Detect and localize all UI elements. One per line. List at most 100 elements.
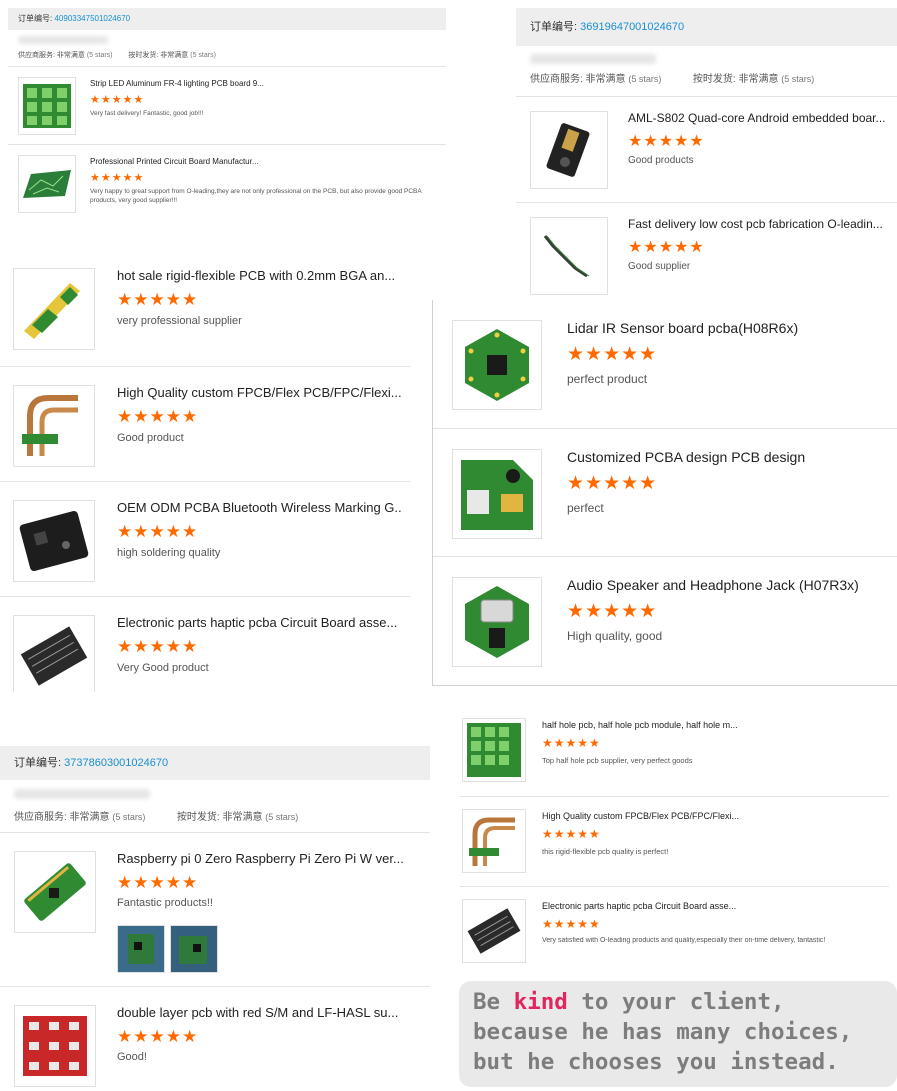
rating-stars: ★★★★★ — [117, 290, 199, 309]
review-panel-c: hot sale rigid-flexible PCB with 0.2mm B… — [0, 250, 410, 692]
rating-stars: ★★★★★ — [542, 736, 601, 750]
order-number-link[interactable]: 40903347501024670 — [54, 14, 130, 23]
rating-stars: ★★★★★ — [117, 637, 199, 656]
list-item: Professional Printed Circuit Board Manuf… — [8, 144, 446, 222]
half-hole-pcb-image — [467, 723, 521, 777]
product-title[interactable]: half hole pcb, half hole pcb module, hal… — [542, 720, 872, 730]
bluetooth-pcba-image — [19, 510, 89, 572]
list-item: Audio Speaker and Headphone Jack (H07R3x… — [433, 556, 897, 685]
list-item: AML-S802 Quad-core Android embedded boar… — [516, 96, 897, 203]
product-title[interactable]: High Quality custom FPCB/Flex PCB/FPC/Fl… — [117, 385, 402, 400]
product-thumbnail[interactable] — [18, 155, 76, 213]
haptic-pcba-image — [467, 908, 521, 954]
review-comment: this rigid-flexible pcb quality is perfe… — [542, 847, 669, 856]
product-thumbnail[interactable] — [462, 809, 526, 873]
red-pcb-image — [23, 1016, 87, 1076]
review-panel-a: 订单编号: 40903347501024670 供应商服务: 非常满意 (5 s… — [8, 8, 446, 222]
list-item: OEM ODM PCBA Bluetooth Wireless Marking … — [0, 481, 410, 597]
blurred-buyer-name — [14, 789, 150, 799]
product-title[interactable]: Audio Speaker and Headphone Jack (H07R3x… — [567, 577, 892, 593]
list-item: Fast delivery low cost pcb fabrication O… — [516, 202, 897, 308]
product-thumbnail[interactable] — [530, 217, 608, 295]
order-header: 订单编号: 40903347501024670 — [8, 8, 446, 30]
review-panel-d: Lidar IR Sensor board pcba(H08R6x) ★★★★★… — [432, 300, 897, 686]
product-title[interactable]: Strip LED Aluminum FR-4 lighting PCB boa… — [90, 79, 430, 88]
product-title[interactable]: OEM ODM PCBA Bluetooth Wireless Marking … — [117, 500, 402, 515]
rating-stars: ★★★★★ — [542, 917, 601, 931]
rating-stars: ★★★★★ — [117, 522, 199, 541]
product-title[interactable]: double layer pcb with red S/M and LF-HAS… — [117, 1005, 417, 1020]
rating-stars: ★★★★★ — [542, 827, 601, 841]
quote-line-3: but he chooses you instead. — [473, 1049, 839, 1075]
product-thumbnail[interactable] — [13, 615, 95, 692]
product-title[interactable]: Electronic parts haptic pcba Circuit Boa… — [542, 901, 872, 911]
list-item: Electronic parts haptic pcba Circuit Boa… — [0, 596, 410, 692]
product-title[interactable]: Fast delivery low cost pcb fabrication O… — [628, 217, 893, 231]
product-title[interactable]: hot sale rigid-flexible PCB with 0.2mm B… — [117, 268, 402, 283]
order-label: 订单编号: — [18, 14, 53, 23]
rating-stars: ★★★★★ — [117, 1027, 199, 1046]
product-title[interactable]: Professional Printed Circuit Board Manuf… — [90, 157, 430, 166]
order-header: 订单编号: 36919647001024670 — [516, 8, 897, 46]
rating-stars: ★★★★★ — [117, 407, 199, 426]
product-thumbnail[interactable] — [452, 449, 542, 539]
product-title[interactable]: Raspberry pi 0 Zero Raspberry Pi Zero Pi… — [117, 851, 417, 866]
blurred-buyer-name — [18, 36, 108, 44]
pcb-board-image — [23, 170, 71, 198]
order-label: 订单编号: — [530, 21, 578, 33]
review-comment: High quality, good — [567, 629, 663, 643]
quote-line-1: Be kind to your client, — [473, 989, 785, 1015]
product-thumbnail[interactable] — [14, 1005, 96, 1087]
review-comment: Good supplier — [628, 261, 691, 272]
rating-stars: ★★★★★ — [628, 239, 705, 256]
review-photo[interactable] — [170, 925, 218, 973]
review-comment: perfect product — [567, 372, 648, 386]
review-comment: Fantastic products!! — [117, 897, 213, 909]
review-comment: Very Good product — [117, 662, 209, 674]
product-thumbnail[interactable] — [462, 899, 526, 963]
rating-stars: ★★★★★ — [117, 873, 199, 892]
product-thumbnail[interactable] — [14, 851, 96, 933]
service-ratings: 供应商服务: 非常满意 (5 stars) 按时发货: 非常满意 (5 star… — [14, 812, 299, 823]
product-title[interactable]: Electronic parts haptic pcba Circuit Boa… — [117, 615, 402, 630]
android-board-image — [546, 123, 590, 177]
flex-pcb-image — [22, 395, 78, 456]
product-thumbnail[interactable] — [13, 385, 95, 467]
product-title[interactable]: High Quality custom FPCB/Flex PCB/FPC/Fl… — [542, 811, 872, 821]
blurred-buyer-name — [530, 54, 656, 64]
haptic-pcba-image — [20, 626, 88, 686]
product-thumbnail[interactable] — [452, 320, 542, 410]
quote-line-2: because he has many choices, — [473, 1019, 853, 1045]
review-comment: very professional supplier — [117, 315, 242, 327]
quote-highlight: kind — [513, 989, 568, 1015]
review-comment: Good products — [628, 155, 694, 166]
product-thumbnail[interactable] — [18, 77, 76, 135]
lidar-sensor-board-image — [465, 329, 529, 401]
review-comment: Top half hole pcb supplier, very perfect… — [542, 756, 693, 765]
product-thumbnail[interactable] — [462, 718, 526, 782]
service-ratings: 供应商服务: 非常满意 (5 stars) 按时发货: 非常满意 (5 star… — [530, 74, 815, 85]
motto-quote: Be kind to your client, because he has m… — [459, 981, 897, 1087]
list-item: half hole pcb, half hole pcb module, hal… — [450, 706, 897, 796]
order-number-link[interactable]: 36919647001024670 — [580, 21, 684, 33]
review-panel-b: 订单编号: 36919647001024670 供应商服务: 非常满意 (5 s… — [516, 8, 897, 308]
product-title[interactable]: Lidar IR Sensor board pcba(H08R6x) — [567, 320, 892, 336]
review-comment: high soldering quality — [117, 547, 221, 559]
list-item: Customized PCBA design PCB design ★★★★★ … — [433, 428, 897, 557]
list-item: Lidar IR Sensor board pcba(H08R6x) ★★★★★… — [433, 300, 897, 428]
product-thumbnail[interactable] — [13, 500, 95, 582]
product-thumbnail[interactable] — [530, 111, 608, 189]
rating-stars: ★★★★★ — [90, 94, 145, 106]
product-thumbnail[interactable] — [13, 268, 95, 350]
list-item: High Quality custom FPCB/Flex PCB/FPC/Fl… — [460, 796, 889, 887]
list-item: High Quality custom FPCB/Flex PCB/FPC/Fl… — [0, 366, 410, 482]
order-number-link[interactable]: 37378603001024670 — [64, 757, 168, 769]
service-ratings: 供应商服务: 非常满意 (5 stars) 按时发货: 非常满意 (5 star… — [18, 52, 216, 59]
product-title[interactable]: Customized PCBA design PCB design — [567, 449, 892, 465]
product-title[interactable]: AML-S802 Quad-core Android embedded boar… — [628, 111, 893, 125]
audio-speaker-board-image — [465, 586, 529, 658]
review-comment: Very happy to great support from O-leadi… — [90, 188, 422, 204]
list-item: Raspberry pi 0 Zero Raspberry Pi Zero Pi… — [0, 832, 430, 987]
product-thumbnail[interactable] — [452, 577, 542, 667]
review-photo[interactable] — [117, 925, 165, 973]
